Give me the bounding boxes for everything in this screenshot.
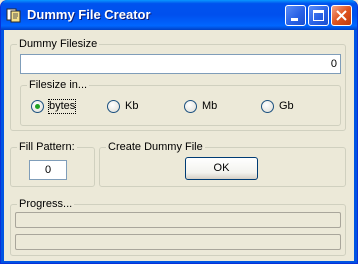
radio-bytes[interactable]: bytes — [31, 99, 91, 114]
window-title: Dummy File Creator — [27, 7, 151, 22]
radio-selected-dot — [35, 104, 40, 109]
progress-bar-total — [15, 234, 341, 250]
radio-gb-label: Gb — [279, 100, 294, 112]
app-icon — [6, 7, 22, 23]
radio-mb-button[interactable] — [184, 100, 197, 113]
close-button[interactable] — [331, 5, 352, 26]
progress-group: Progress... — [10, 198, 346, 256]
unit-group: Filesize in... bytes Kb Mb Gb — [20, 79, 341, 126]
radio-gb-button[interactable] — [261, 100, 274, 113]
close-icon — [336, 10, 347, 21]
minimize-button[interactable] — [285, 5, 306, 26]
minimize-icon — [291, 18, 298, 21]
filesize-group: Dummy Filesize Filesize in... bytes Kb M… — [10, 38, 346, 131]
radio-bytes-label: bytes — [47, 99, 77, 114]
fill-pattern-input[interactable] — [29, 160, 67, 180]
title-bar[interactable]: Dummy File Creator — [1, 0, 357, 30]
progress-bar-file — [15, 212, 341, 228]
fill-pattern-group: Fill Pattern: — [10, 141, 95, 187]
radio-gb[interactable]: Gb — [261, 100, 311, 114]
radio-kb[interactable]: Kb — [107, 100, 157, 114]
filesize-input[interactable] — [20, 54, 341, 74]
radio-mb-label: Mb — [202, 100, 218, 112]
radio-kb-button[interactable] — [107, 100, 120, 113]
client-area: Dummy Filesize Filesize in... bytes Kb M… — [4, 30, 354, 261]
filesize-group-label: Dummy Filesize — [17, 38, 100, 50]
radio-bytes-button[interactable] — [31, 100, 44, 113]
app-window: Dummy File Creator Dummy Filesize Filesi… — [0, 0, 358, 264]
create-group: Create Dummy File OK — [99, 141, 346, 187]
ok-button[interactable]: OK — [185, 157, 258, 180]
progress-label: Progress... — [17, 198, 75, 210]
create-group-label: Create Dummy File — [106, 141, 205, 153]
maximize-icon — [313, 10, 324, 21]
fill-pattern-label: Fill Pattern: — [17, 141, 77, 153]
unit-group-label: Filesize in... — [27, 79, 90, 91]
radio-kb-label: Kb — [125, 100, 139, 112]
maximize-button[interactable] — [308, 5, 329, 26]
radio-mb[interactable]: Mb — [184, 100, 234, 114]
